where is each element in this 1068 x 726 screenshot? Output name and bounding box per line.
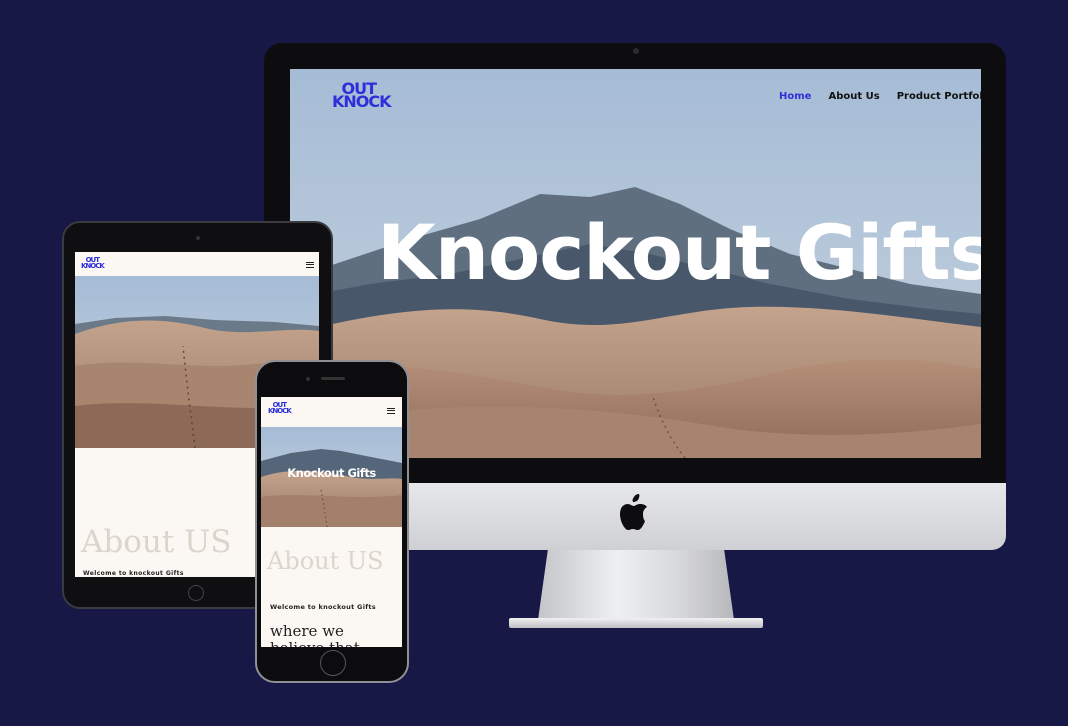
about-heading: About US (81, 524, 232, 560)
ipad-home-button (188, 585, 204, 601)
imac-camera (633, 48, 639, 54)
hamburger-menu-icon[interactable] (306, 262, 314, 268)
apple-icon (620, 494, 647, 530)
ipad-camera (196, 236, 200, 240)
iphone-home-button (320, 650, 346, 676)
phone-screen: OUT KNOCK Knockout Gifts About US Welcom… (261, 397, 402, 647)
welcome-text: Welcome to knockout Gifts (83, 570, 184, 577)
hero-title: Knockout Gifts (377, 208, 981, 297)
brand-logo[interactable]: OUT KNOCK (81, 257, 105, 269)
imac-foot (509, 618, 763, 628)
phone-hero-title: Knockout Gifts (287, 466, 376, 480)
imac-stand (538, 550, 734, 620)
tablet-header: OUT KNOCK (75, 252, 319, 276)
about-body-text: where we believe that (270, 622, 360, 648)
brand-logo[interactable]: OUT KNOCK (268, 402, 292, 414)
iphone-speaker (321, 377, 345, 380)
welcome-text: Welcome to knockout Gifts (270, 603, 376, 611)
about-heading: About US (267, 547, 384, 575)
hamburger-menu-icon[interactable] (387, 408, 395, 414)
iphone-camera (306, 377, 310, 381)
